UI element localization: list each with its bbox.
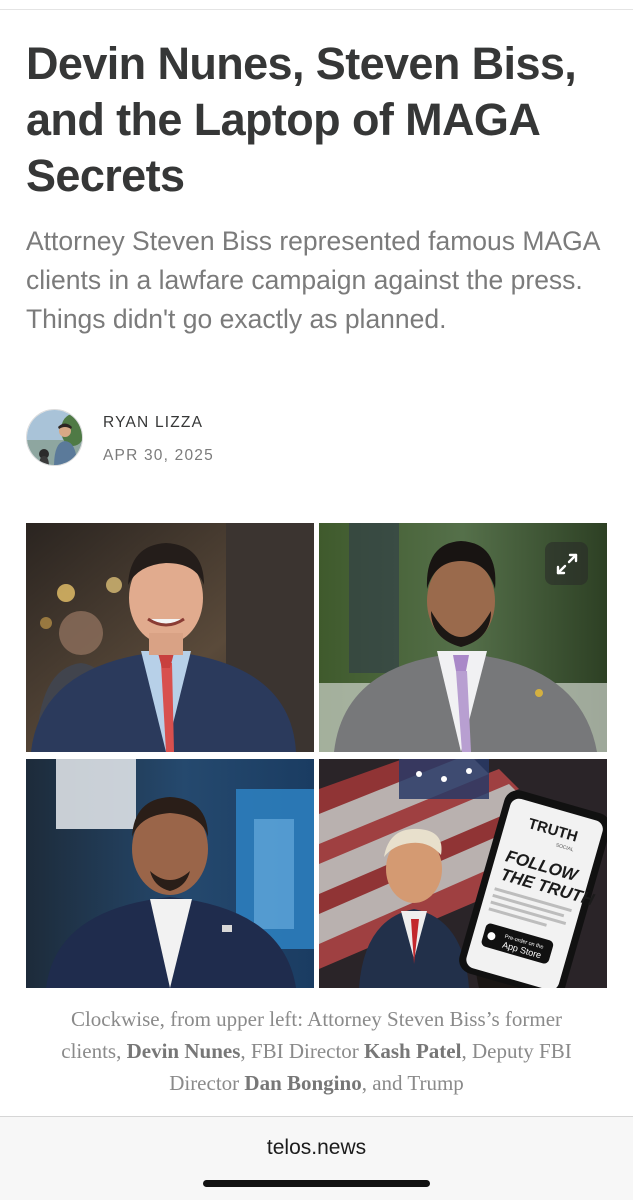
- article-subtitle: Attorney Steven Biss represented famous …: [26, 226, 599, 334]
- author-name[interactable]: RYAN LIZZA: [103, 414, 203, 432]
- caption-text-2: , FBI Director: [240, 1039, 365, 1063]
- photo-trump-truth-social[interactable]: TRUTH SOCIAL FOLLOW THE TRUTH Pre-order …: [319, 759, 607, 988]
- expand-arrows-icon: [554, 551, 580, 577]
- article-title: Devin Nunes, Steven Biss, and the Laptop…: [26, 38, 577, 201]
- article-header: Devin Nunes, Steven Biss, and the Laptop…: [26, 36, 611, 339]
- publish-date: APR 30, 2025: [103, 447, 214, 464]
- image-caption: Clockwise, from upper left: Attorney Ste…: [60, 1003, 573, 1099]
- home-indicator[interactable]: [203, 1180, 430, 1187]
- photo-kash-patel[interactable]: [319, 523, 607, 752]
- top-divider: [0, 9, 633, 10]
- photo-devin-nunes[interactable]: [26, 523, 314, 752]
- byline: RYAN LIZZA APR 30, 2025: [26, 409, 426, 469]
- expand-gallery-button[interactable]: [545, 542, 588, 585]
- caption-name-patel: Kash Patel: [364, 1039, 462, 1063]
- photo-dan-bongino[interactable]: [26, 759, 314, 988]
- caption-name-bongino: Dan Bongino: [244, 1071, 362, 1095]
- caption-name-nunes: Devin Nunes: [126, 1039, 241, 1063]
- author-avatar[interactable]: [26, 409, 83, 466]
- browser-url[interactable]: telos.news: [0, 1136, 633, 1160]
- caption-text-4: , and Trump: [361, 1071, 464, 1095]
- image-gallery[interactable]: TRUTH SOCIAL FOLLOW THE TRUTH Pre-order …: [26, 523, 607, 989]
- browser-address-bar[interactable]: telos.news: [0, 1116, 633, 1200]
